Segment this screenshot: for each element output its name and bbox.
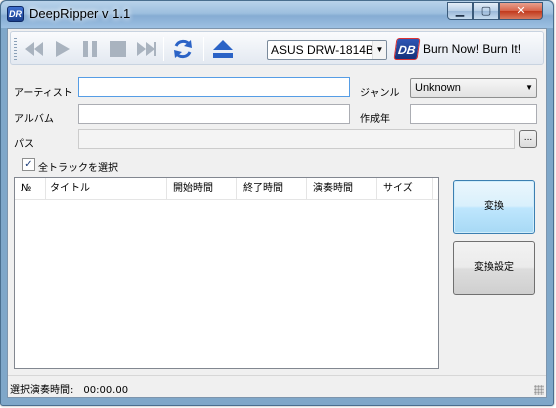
toolbar-separator — [163, 37, 164, 61]
column-header-duration[interactable]: 演奏時間 — [307, 178, 377, 200]
album-label: アルバム — [14, 114, 54, 125]
track-list[interactable]: № タイトル 開始時間 終了時間 演奏時間 サイズ — [14, 177, 439, 369]
resize-grip-icon[interactable] — [534, 385, 544, 395]
selected-duration-status: 選択演奏時間: 00:00.00 — [10, 385, 129, 396]
rewind-icon[interactable] — [23, 38, 45, 60]
fast-forward-icon[interactable] — [135, 38, 157, 60]
album-input[interactable] — [78, 104, 350, 124]
column-header-number[interactable]: № — [15, 178, 46, 200]
column-header-end-time[interactable]: 終了時間 — [237, 178, 307, 200]
select-all-checkbox[interactable]: ✓ — [22, 158, 35, 171]
column-header-title[interactable]: タイトル — [46, 178, 167, 200]
eject-icon[interactable] — [211, 38, 235, 60]
status-bar: 選択演奏時間: 00:00.00 — [8, 375, 546, 397]
select-all-label[interactable]: 全トラックを選択 — [38, 159, 118, 174]
chevron-down-icon: ▼ — [372, 41, 386, 59]
pause-icon[interactable] — [79, 38, 101, 60]
column-header-size[interactable]: サイズ — [377, 178, 433, 200]
burn-link[interactable]: Burn Now! Burn It! — [423, 42, 521, 56]
stop-icon[interactable] — [107, 38, 129, 60]
year-input[interactable] — [410, 104, 537, 124]
title-bar[interactable]: DR DeepRipper v 1.1 ▁ ▢ ✕ — [1, 1, 553, 28]
path-label: パス — [14, 139, 34, 150]
convert-button[interactable]: 変換 — [453, 180, 535, 234]
app-window: DR DeepRipper v 1.1 ▁ ▢ ✕ ASUS DRW-1814B… — [0, 0, 554, 406]
toolbar-grip[interactable] — [14, 38, 17, 60]
browse-button[interactable]: ... — [519, 130, 537, 148]
genre-label: ジャンル — [360, 88, 400, 99]
genre-select-value: Unknown — [415, 82, 461, 94]
minimize-button[interactable]: ▁ — [447, 2, 473, 20]
main-panel: ASUS DRW-1814BL ▼ DB Burn Now! Burn It! … — [7, 28, 547, 398]
track-list-header: № タイトル 開始時間 終了時間 演奏時間 サイズ — [15, 178, 438, 200]
close-button[interactable]: ✕ — [499, 2, 543, 20]
drive-select-value: ASUS DRW-1814BL — [271, 43, 381, 57]
path-input — [78, 129, 515, 149]
toolbar-separator — [203, 37, 204, 61]
window-title: DeepRipper v 1.1 — [29, 6, 131, 21]
year-label: 作成年 — [360, 114, 390, 125]
artist-label: アーティスト — [14, 88, 73, 99]
app-logo-icon: DR — [7, 6, 24, 22]
convert-settings-button[interactable]: 変換設定 — [453, 241, 535, 295]
chevron-down-icon: ▼ — [525, 83, 533, 92]
play-icon[interactable] — [51, 38, 73, 60]
artist-input[interactable] — [78, 77, 350, 97]
maximize-button[interactable]: ▢ — [473, 2, 499, 20]
column-header-start-time[interactable]: 開始時間 — [167, 178, 237, 200]
toolbar: ASUS DRW-1814BL ▼ DB Burn Now! Burn It! — [10, 31, 544, 65]
burn-logo-icon[interactable]: DB — [393, 38, 421, 60]
drive-select[interactable]: ASUS DRW-1814BL ▼ — [267, 40, 387, 60]
refresh-icon[interactable] — [171, 37, 195, 61]
genre-select[interactable]: Unknown ▼ — [410, 78, 537, 98]
